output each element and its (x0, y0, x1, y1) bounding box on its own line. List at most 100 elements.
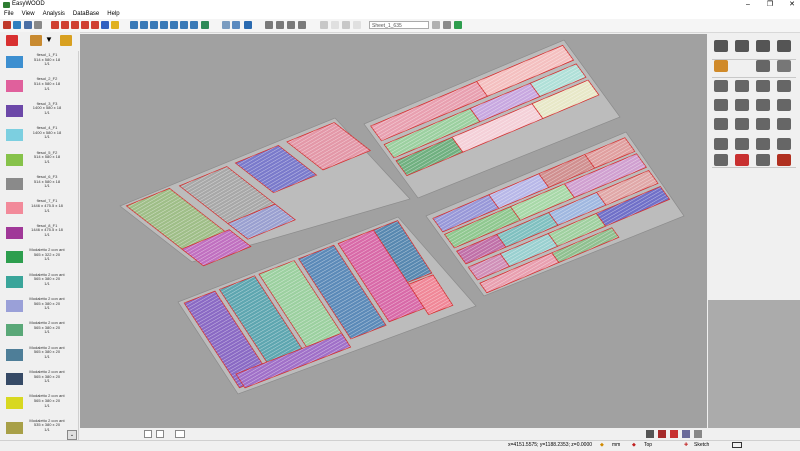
panel-item[interactable]: fiesol_5_F2 514 x 580 x 18 1/1 (0, 149, 78, 173)
menu-view[interactable]: View (18, 10, 39, 19)
panel-item[interactable]: Modaletto 2 con ant 565 x 380 x 20 1/1 (0, 368, 78, 392)
panel-item[interactable]: Modaletto 2 con ant 565 x 380 x 20 1/1 (0, 295, 78, 319)
grid-icon[interactable] (646, 430, 654, 438)
sheet-selector[interactable]: Sheet_1_635 (369, 21, 429, 29)
zoom-out-icon[interactable] (71, 21, 79, 29)
shaded-icon[interactable] (244, 21, 252, 29)
tool-6-3-icon[interactable] (777, 154, 791, 166)
tool-0-1-icon[interactable] (735, 40, 749, 52)
redo-dropdown-icon[interactable] (353, 21, 361, 29)
tool-3-1-icon[interactable] (735, 99, 749, 111)
view-cube-back-icon[interactable] (170, 21, 178, 29)
mode-label[interactable]: Sketch (694, 442, 709, 448)
maximize-button[interactable]: ❐ (763, 0, 777, 10)
print-icon[interactable] (34, 21, 42, 29)
panel-item[interactable]: Modaletto 2 con ant 565 x 380 x 20 1/1 (0, 271, 78, 295)
wireframe-icon[interactable] (222, 21, 230, 29)
zoom-previous-icon[interactable] (91, 21, 99, 29)
tool-5-0-icon[interactable] (714, 138, 728, 150)
tool-2-0-icon[interactable] (714, 80, 728, 92)
undo-dropdown-icon[interactable] (331, 21, 339, 29)
tool-6-1-icon[interactable] (735, 154, 749, 166)
render-mode-4-icon[interactable] (298, 21, 306, 29)
tool-1-2-icon[interactable] (777, 60, 791, 72)
layout-quad-icon[interactable] (175, 430, 185, 438)
minimize-button[interactable]: – (741, 0, 755, 10)
tool-6-0-icon[interactable] (714, 154, 728, 166)
panel-item[interactable]: fiesol_1_F1 514 x 580 x 18 1/1 (0, 51, 78, 75)
sheet-confirm-icon[interactable] (454, 21, 462, 29)
save-icon[interactable] (24, 21, 32, 29)
open-file-icon[interactable] (13, 21, 21, 29)
view-cube-top-icon[interactable] (130, 21, 138, 29)
tool-2-1-icon[interactable] (735, 80, 749, 92)
tool-4-3-icon[interactable] (777, 118, 791, 130)
panel-color-icon[interactable] (60, 35, 72, 46)
view-iso-icon[interactable] (190, 21, 198, 29)
tool-2-2-icon[interactable] (756, 80, 770, 92)
layout-single-icon[interactable] (144, 430, 152, 438)
compass-icon[interactable] (201, 21, 209, 29)
panel-item[interactable]: Modaletto 2 con ant 565 x 380 x 20 1/1 (0, 344, 78, 368)
render-mode-1-icon[interactable] (265, 21, 273, 29)
zoom-in-icon[interactable] (61, 21, 69, 29)
panel-item[interactable]: fiesol_7_F1 1446 x 475.5 x 18 1/1 (0, 197, 78, 221)
tool-6-2-icon[interactable] (756, 154, 770, 166)
keyboard-icon[interactable] (732, 442, 742, 448)
menu-analysis[interactable]: Analysis (39, 10, 69, 19)
chevron-down-icon[interactable]: ▼ (45, 35, 53, 44)
panel-item[interactable]: fiesol_8_F1 1446 x 475.5 x 18 1/1 (0, 222, 78, 246)
settings-icon[interactable] (694, 430, 702, 438)
panel-item[interactable]: fiesol_2_F2 514 x 580 x 18 1/1 (0, 75, 78, 99)
view-cube-bottom-icon[interactable] (180, 21, 188, 29)
panel-list-icon[interactable] (6, 35, 18, 46)
panel-item[interactable]: Modaletto 2 con ant 565 x 322 x 20 1/1 (0, 246, 78, 270)
tool-4-0-icon[interactable] (714, 118, 728, 130)
hidden-line-icon[interactable] (232, 21, 240, 29)
osnap-icon[interactable] (682, 430, 690, 438)
sheet-dropdown-icon[interactable] (432, 21, 440, 29)
close-button[interactable]: ✕ (785, 0, 799, 10)
panel-item[interactable]: Modaletto 2 con ant 565 x 380 x 20 1/1 (0, 319, 78, 343)
zoom-window-icon[interactable] (51, 21, 59, 29)
view-cube-left-icon[interactable] (150, 21, 158, 29)
render-mode-2-icon[interactable] (276, 21, 284, 29)
menu-database[interactable]: DataBase (69, 10, 103, 19)
sheet-settings-icon[interactable] (443, 21, 451, 29)
tool-3-3-icon[interactable] (777, 99, 791, 111)
tool-3-0-icon[interactable] (714, 99, 728, 111)
nesting-view[interactable] (80, 34, 707, 428)
tool-0-2-icon[interactable] (756, 40, 770, 52)
view-cube-right-icon[interactable] (160, 21, 168, 29)
layout-split-icon[interactable] (156, 430, 164, 438)
tool-4-2-icon[interactable] (756, 118, 770, 130)
tool-1-0-icon[interactable] (714, 60, 728, 72)
panel-item[interactable]: fiesol_4_F1 1400 x 580 x 18 1/1 (0, 124, 78, 148)
menu-help[interactable]: Help (103, 10, 123, 19)
tool-3-2-icon[interactable] (756, 99, 770, 111)
ortho-icon[interactable] (670, 430, 678, 438)
panel-item[interactable]: fiesol_3_F3 1400 x 580 x 18 1/1 (0, 100, 78, 124)
tool-0-0-icon[interactable] (714, 40, 728, 52)
tool-0-3-icon[interactable] (777, 40, 791, 52)
tool-5-2-icon[interactable] (756, 138, 770, 150)
panel-folder-icon[interactable] (30, 35, 42, 46)
render-mode-3-icon[interactable] (287, 21, 295, 29)
tool-4-1-icon[interactable] (735, 118, 749, 130)
view-label[interactable]: Top (644, 442, 652, 448)
light-icon[interactable] (111, 21, 119, 29)
zoom-extents-icon[interactable] (81, 21, 89, 29)
3d-viewport[interactable] (80, 34, 707, 428)
tool-5-3-icon[interactable] (777, 138, 791, 150)
pan-icon[interactable] (101, 21, 109, 29)
tool-5-1-icon[interactable] (735, 138, 749, 150)
new-file-icon[interactable] (3, 21, 11, 29)
tool-1-1-icon[interactable] (756, 60, 770, 72)
undo-icon[interactable] (320, 21, 328, 29)
tool-2-3-icon[interactable] (777, 80, 791, 92)
scroll-down-button[interactable]: ⌄ (67, 430, 77, 440)
panel-item[interactable]: Modaletto 2 con ant 565 x 380 x 20 1/1 (0, 392, 78, 416)
view-cube-front-icon[interactable] (140, 21, 148, 29)
snap-icon[interactable] (658, 430, 666, 438)
panel-item[interactable]: fiesol_6_F3 514 x 580 x 18 1/1 (0, 173, 78, 197)
